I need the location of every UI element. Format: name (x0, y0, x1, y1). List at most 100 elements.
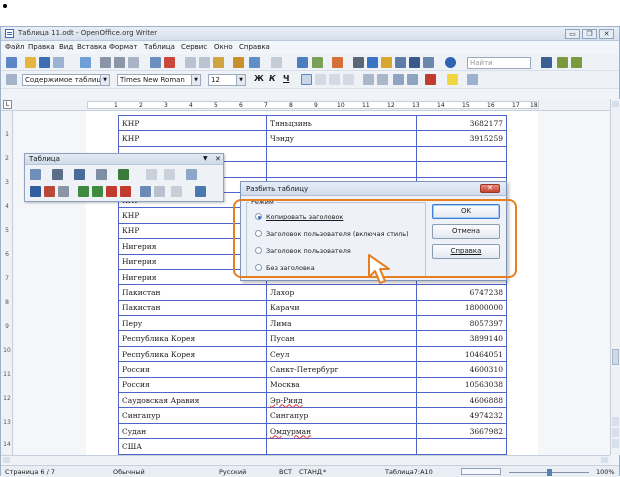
delete-column-icon[interactable] (120, 186, 131, 197)
city-cell[interactable]: Сеул (266, 345, 417, 363)
table-row[interactable]: Сингапур Сингапур 4974232 (118, 407, 507, 424)
sum-icon[interactable] (195, 186, 206, 197)
paste-icon[interactable] (213, 57, 224, 68)
scroll-up-icon[interactable] (612, 101, 619, 107)
population-cell[interactable]: 8057397 (416, 315, 507, 332)
insert-mode[interactable]: ВСТ (279, 468, 292, 476)
select-table-icon[interactable] (154, 186, 165, 197)
radio-unselected[interactable] (255, 264, 262, 271)
radio-unselected[interactable] (255, 247, 262, 254)
bullets-icon[interactable] (377, 74, 388, 85)
increase-indent-icon[interactable] (407, 74, 418, 85)
country-cell[interactable]: Сингапур (118, 407, 267, 424)
gallery-icon[interactable] (381, 57, 392, 68)
option-copy-heading[interactable]: Копировать заголовок (255, 213, 343, 221)
dialog-title-bar[interactable]: Разбить таблицу ✕ (241, 182, 506, 196)
zoom-icon[interactable] (423, 57, 434, 68)
navigator-icon[interactable] (367, 57, 378, 68)
city-cell[interactable] (266, 438, 417, 455)
population-cell[interactable]: 3915259 (416, 130, 507, 147)
toolbar-menu-icon[interactable]: ▼ (203, 155, 208, 162)
sort-icon[interactable] (171, 186, 182, 197)
table-row[interactable]: КНР Тяньцзинь 3682177 (118, 114, 507, 132)
horizontal-ruler[interactable]: L 1 2 3 4 5 6 7 8 9 10 11 12 13 14 15 16… (1, 99, 611, 111)
zoom-slider-thumb[interactable] (547, 469, 552, 476)
export-pdf-icon[interactable] (100, 57, 111, 68)
city-cell[interactable]: Эр-Рияд (266, 392, 417, 409)
country-cell[interactable]: Судан (118, 422, 267, 440)
country-cell[interactable]: Россия (118, 376, 267, 394)
align-top-icon[interactable] (30, 186, 41, 197)
table-autoformat-icon[interactable] (186, 169, 197, 180)
country-cell[interactable]: США (118, 438, 267, 455)
document-modified[interactable]: * (323, 468, 326, 476)
decrease-indent-icon[interactable] (393, 74, 404, 85)
country-cell[interactable]: Перу (118, 315, 267, 332)
copy-icon[interactable] (199, 57, 210, 68)
hyperlink-icon[interactable] (297, 57, 308, 68)
city-cell[interactable]: Санкт-Петербург (266, 361, 417, 378)
table-row[interactable]: Пакистан Карачи 18000000 (118, 299, 507, 317)
numbering-icon[interactable] (363, 74, 374, 85)
country-cell[interactable]: Пакистан (118, 299, 267, 317)
align-right-icon[interactable] (329, 74, 340, 85)
table-row[interactable]: Россия Санкт-Петербург 4600310 (118, 361, 507, 378)
radio-selected[interactable] (255, 213, 262, 220)
horizontal-scrollbar[interactable] (1, 455, 610, 464)
navigation-icon[interactable] (612, 428, 619, 437)
chevron-down-icon[interactable]: ▼ (100, 75, 109, 85)
previous-page-icon[interactable] (612, 417, 619, 426)
highlighting-icon[interactable] (447, 74, 458, 85)
vertical-ruler[interactable]: 1 2 3 4 5 6 7 8 9 10 11 12 13 14 (1, 111, 13, 455)
scroll-thumb[interactable] (612, 349, 619, 365)
paragraph-style-select[interactable]: Содержимое таблиц ▼ (22, 74, 110, 86)
city-cell[interactable]: Пусан (266, 330, 417, 347)
table-row[interactable]: Перу Лима 8057397 (118, 315, 507, 332)
menu-window[interactable]: Окно (214, 43, 233, 51)
split-cells-icon[interactable] (164, 169, 175, 180)
population-cell[interactable] (416, 438, 507, 455)
redo-icon[interactable] (271, 57, 282, 68)
table-background-icon[interactable] (118, 169, 129, 180)
open-folder-icon[interactable] (25, 57, 36, 68)
help-button[interactable]: Справка (432, 244, 500, 259)
radio-unselected[interactable] (255, 230, 262, 237)
border-color-icon[interactable] (74, 169, 85, 180)
format-paintbrush-icon[interactable] (233, 57, 244, 68)
align-middle-icon[interactable] (44, 186, 55, 197)
population-cell[interactable]: 6747238 (416, 284, 507, 301)
find-replace-icon[interactable] (353, 57, 364, 68)
menu-view[interactable]: Вид (59, 43, 73, 51)
find-down-icon[interactable] (557, 57, 568, 68)
align-bottom-icon[interactable] (58, 186, 69, 197)
city-cell[interactable]: Лахор (266, 284, 417, 301)
country-cell[interactable]: Пакистан (118, 284, 267, 301)
country-cell[interactable]: КНР (118, 114, 267, 132)
population-cell[interactable]: 3667982 (416, 422, 507, 440)
menu-file[interactable]: Файл (5, 43, 24, 51)
city-cell[interactable]: Тяньцзинь (266, 114, 417, 132)
table-properties-icon[interactable] (140, 186, 151, 197)
search-input[interactable]: Найти (467, 57, 531, 69)
menu-format[interactable]: Формат (109, 43, 137, 51)
data-sources-icon[interactable] (395, 57, 406, 68)
borders-icon[interactable] (96, 169, 107, 180)
table-icon[interactable] (312, 57, 323, 68)
zoom-level[interactable]: 100% (596, 468, 615, 476)
population-cell[interactable]: 3682177 (416, 114, 507, 132)
background-color-icon[interactable] (467, 74, 478, 85)
table-row[interactable]: Республика Корея Сеул 10464051 (118, 345, 507, 363)
page-style[interactable]: Обычный (113, 468, 145, 476)
new-document-icon[interactable] (6, 57, 17, 68)
menu-edit[interactable]: Правка (28, 43, 55, 51)
language[interactable]: Русский (219, 468, 246, 476)
cancel-button[interactable]: Отмена (432, 224, 500, 239)
formatting-marks-icon[interactable] (409, 57, 420, 68)
menu-help[interactable]: Справка (239, 43, 270, 51)
table-row[interactable]: Россия Москва 10563038 (118, 376, 507, 394)
email-icon[interactable] (53, 57, 64, 68)
autospellcheck-icon[interactable] (164, 57, 175, 68)
align-left-icon[interactable] (301, 74, 312, 85)
styles-icon[interactable] (6, 74, 17, 85)
population-cell[interactable]: 4606888 (416, 392, 507, 409)
